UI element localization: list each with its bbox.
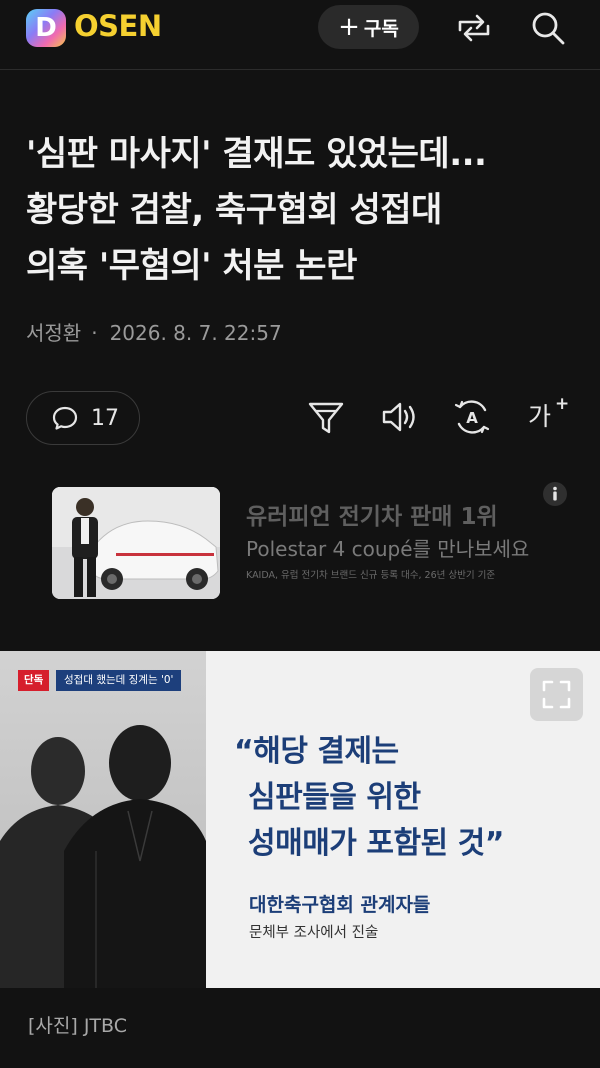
comment-button[interactable]: 17	[26, 391, 140, 445]
photo-people	[0, 651, 206, 988]
subscribe-label: 구독	[363, 17, 399, 40]
plus-icon: +	[338, 12, 360, 42]
people-silhouette-image	[0, 651, 206, 988]
share-icon[interactable]	[454, 8, 494, 48]
article-meta: 서정환 · 2026. 8. 7. 22:57	[26, 319, 282, 347]
ad-image[interactable]	[52, 487, 220, 599]
ad-subtitle[interactable]: Polestar 4 coupé를 만나보세요	[246, 535, 566, 563]
meta-separator: ·	[91, 321, 98, 345]
font-size-label: 가	[528, 402, 552, 431]
quote-line: 성매매가 포함된 것”	[248, 826, 504, 861]
headline-tag: 성접대 했는데 징계는 '0'	[56, 670, 182, 691]
logo-badge[interactable]: D	[26, 9, 66, 47]
title-line: '심판 마사지' 결재도 있었는데...	[26, 134, 487, 174]
quote-source: 대한축구협회 관계자들	[249, 894, 431, 916]
expand-button[interactable]	[530, 668, 583, 721]
search-icon[interactable]	[528, 8, 568, 48]
subscribe-button[interactable]: + 구독	[318, 5, 419, 49]
article-title: '심판 마사지' 결재도 있었는데... 황당한 검찰, 축구협회 성접대 의혹…	[26, 126, 576, 294]
filter-icon[interactable]	[306, 396, 346, 438]
logo-text[interactable]: OSEN	[74, 6, 162, 46]
title-line: 의혹 '무혐의' 처분 논란	[26, 246, 357, 286]
svg-text:A: A	[466, 409, 478, 427]
comment-bubble-icon	[52, 406, 78, 430]
font-size-button[interactable]: 가 +	[524, 394, 570, 438]
quote-source-sub: 문체부 조사에서 진술	[249, 925, 379, 941]
comment-count: 17	[91, 405, 119, 431]
auto-translate-icon[interactable]: A	[452, 396, 492, 438]
exclusive-tag: 단독	[18, 670, 50, 691]
logo-letter: D	[35, 13, 57, 43]
ad-title[interactable]: 유러피언 전기차 판매 1위	[246, 502, 546, 532]
publish-datetime: 2026. 8. 7. 22:57	[109, 321, 282, 345]
author-name[interactable]: 서정환	[26, 319, 81, 347]
title-line: 황당한 검찰, 축구협회 성접대	[26, 190, 442, 230]
speaker-icon[interactable]	[380, 396, 420, 438]
ad-car-image	[52, 487, 220, 599]
quote-line: “해당 결제는	[234, 734, 399, 769]
quote-line: 심판들을 위한	[248, 780, 421, 815]
photo-caption: [사진] JTBC	[28, 1015, 128, 1037]
top-header: D OSEN + 구독	[0, 0, 600, 70]
expand-icon	[542, 680, 571, 709]
article-photo[interactable]: 단독 성접대 했는데 징계는 '0' “해당 결제는 심판들을 위한 성매매가 …	[0, 651, 600, 988]
photo-quote: “해당 결제는 심판들을 위한 성매매가 포함된 것”	[234, 729, 574, 867]
ad-disclaimer: KAIDA, 유럽 전기차 브랜드 신규 등록 대수, 26년 상반기 기준	[246, 570, 496, 581]
font-size-plus: +	[555, 394, 570, 414]
